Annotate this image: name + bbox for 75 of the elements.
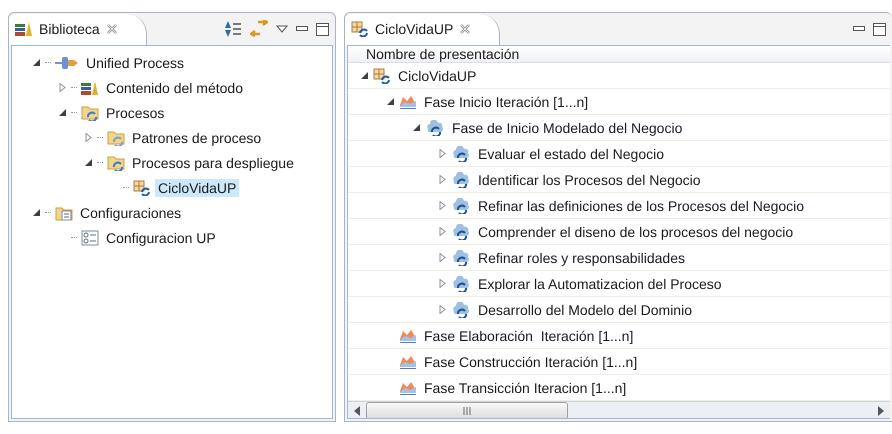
tree-item[interactable]: Configuraciones <box>77 204 184 222</box>
collapsed-arrow-icon[interactable] <box>438 253 447 262</box>
tree-item[interactable]: Evaluar el estado del Negocio <box>475 144 668 162</box>
process-icon <box>133 180 151 196</box>
tree-item[interactable]: Configuracion UP <box>103 228 219 246</box>
cloud-icon <box>425 120 445 136</box>
tree-item[interactable]: CicloVidaUP <box>155 178 240 196</box>
folder-icon <box>81 104 99 120</box>
tree-item[interactable]: Identificar los Procesos del Negocio <box>475 170 704 188</box>
chart-icon <box>399 380 417 396</box>
cloud-icon <box>451 276 471 292</box>
tree-item[interactable]: CicloVidaUP <box>395 66 480 84</box>
collapsed-arrow-icon[interactable] <box>438 227 447 236</box>
cloud-icon <box>451 224 471 240</box>
editor-tab[interactable]: CicloVidaUP <box>345 14 500 44</box>
tree-item[interactable]: Patrones de proceso <box>129 128 264 146</box>
view-menu-icon[interactable] <box>276 25 288 33</box>
tree-item[interactable]: Desarrollo del Modelo del Dominio <box>475 300 695 318</box>
tree-item[interactable]: Fase de Inicio Modelado del Negocio <box>449 118 686 136</box>
cloud-icon <box>451 172 471 188</box>
collapsed-arrow-icon[interactable] <box>438 279 447 288</box>
tree-item[interactable]: Fase Inicio Iteración [1...n] <box>421 92 592 110</box>
close-icon[interactable] <box>459 23 472 35</box>
chart-icon <box>399 354 417 370</box>
folder-icon <box>55 204 73 220</box>
cloud-icon <box>451 250 471 266</box>
plug-icon <box>55 54 79 70</box>
maximize-icon[interactable] <box>873 22 886 36</box>
tree-item[interactable]: Unified Process <box>83 54 188 72</box>
books-icon <box>81 80 99 96</box>
tree-item[interactable]: Comprender el diseno de los procesos del negocio <box>475 222 796 240</box>
chart-icon <box>399 94 417 110</box>
folder-icon <box>107 130 125 146</box>
sort-icon[interactable] <box>224 20 242 38</box>
tree-item[interactable]: Fase Construcción Iteración [1...n] <box>421 352 640 370</box>
scroll-left-icon[interactable] <box>354 406 360 416</box>
close-icon[interactable] <box>106 23 118 35</box>
expanded-arrow-icon[interactable] <box>412 123 421 132</box>
tree-item[interactable]: Refinar roles y responsabilidades <box>475 248 688 266</box>
cloud-icon <box>451 146 471 162</box>
tree-item[interactable]: Procesos para despliegue <box>129 154 297 172</box>
tree-item[interactable]: Refinar las definiciones de los Procesos del Negocio <box>475 196 808 214</box>
collapsed-arrow-icon[interactable] <box>58 83 67 92</box>
expanded-arrow-icon[interactable] <box>32 208 41 217</box>
tree-item[interactable]: Contenido del método <box>103 78 246 96</box>
cloud-icon <box>451 302 471 318</box>
list-icon <box>81 230 99 246</box>
cloud-icon <box>451 198 471 214</box>
tree-item[interactable]: Explorar la Automatizacion del Proceso <box>475 274 725 292</box>
view-tab[interactable]: Biblioteca <box>9 14 147 44</box>
tree-item[interactable]: Fase Elaboración Iteración [1...n] <box>421 326 636 344</box>
collapsed-arrow-icon[interactable] <box>438 175 447 184</box>
expanded-arrow-icon[interactable] <box>386 97 395 106</box>
collapsed-arrow-icon[interactable] <box>84 133 93 142</box>
column-header[interactable]: Nombre de presentación <box>348 46 890 63</box>
grip-icon[interactable] <box>462 407 472 415</box>
expanded-arrow-icon[interactable] <box>84 158 93 167</box>
chart-icon <box>399 328 417 344</box>
books-icon <box>15 21 33 37</box>
collapsed-arrow-icon[interactable] <box>438 201 447 210</box>
minimize-icon[interactable] <box>296 26 308 32</box>
minimize-icon[interactable] <box>853 26 865 32</box>
expanded-arrow-icon[interactable] <box>58 108 67 117</box>
expanded-arrow-icon[interactable] <box>32 58 41 67</box>
maximize-icon[interactable] <box>316 22 329 36</box>
process-icon <box>351 21 369 37</box>
collapsed-arrow-icon[interactable] <box>438 305 447 314</box>
horizontal-scrollbar[interactable] <box>348 401 890 418</box>
collapsed-arrow-icon[interactable] <box>438 149 447 158</box>
tree-item[interactable]: Procesos <box>103 104 168 122</box>
expanded-arrow-icon[interactable] <box>360 71 369 80</box>
tree-item[interactable]: Fase Transicción Iteracion [1...n] <box>421 378 630 396</box>
process-icon <box>373 68 391 84</box>
folder-icon <box>107 154 125 170</box>
scroll-right-icon[interactable] <box>878 406 884 416</box>
